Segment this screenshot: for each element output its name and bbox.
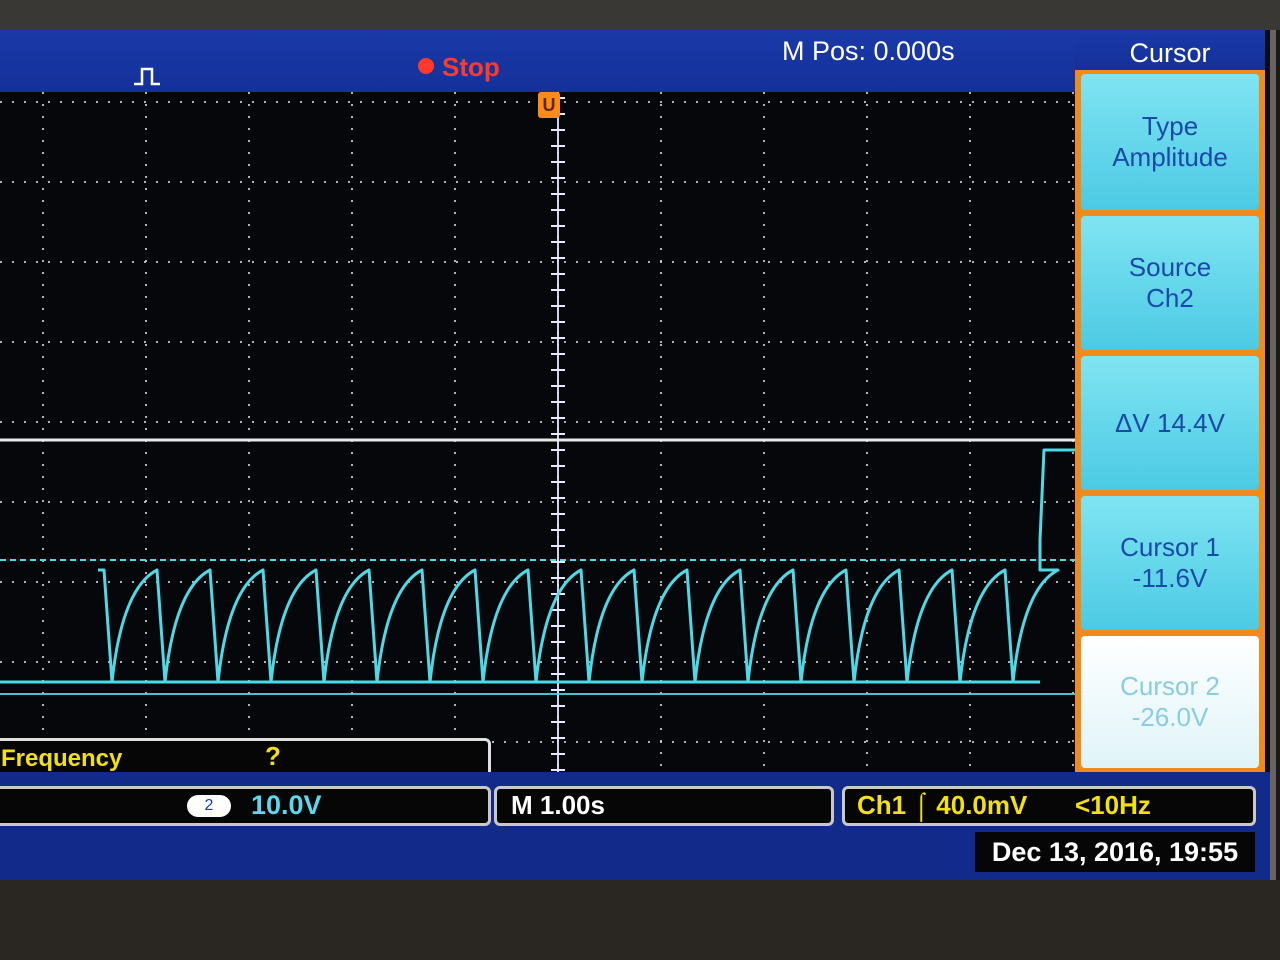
status-header: Stop M Pos: 0.000s — [0, 30, 1075, 92]
timebase-readout: M 1.00s — [511, 790, 605, 820]
measurement-label: Frequency — [1, 745, 123, 772]
cursor-2-button[interactable]: Cursor 2 -26.0V — [1081, 636, 1259, 768]
ch2-sawtooth-trace — [98, 448, 1075, 684]
cursor-source-value: Ch2 — [1146, 283, 1194, 313]
delta-v-readout: ΔV 14.4V — [1115, 407, 1225, 438]
cursor-type-label: Type — [1141, 111, 1199, 141]
ch2-scale-box[interactable]: 2 10.0V — [0, 786, 491, 826]
bezel-top — [0, 0, 1280, 30]
timebase-box[interactable]: M 1.00s — [494, 786, 834, 826]
trigger-level-readout: Ch1 ⌠ 40.0mV — [857, 790, 1028, 820]
cursor-type-value: Amplitude — [1112, 142, 1228, 172]
cursor-menu-title: Cursor — [1075, 30, 1265, 70]
cursor-2-value: -26.0V — [1131, 702, 1209, 732]
cursor-source-button[interactable]: Source Ch2 — [1081, 216, 1259, 350]
ch2-volts-per-div: 10.0V — [251, 790, 322, 820]
cursor-1-value: -11.6V — [1132, 563, 1208, 593]
cursor-1-button[interactable]: Cursor 1 -11.6V — [1081, 496, 1259, 630]
cursor-menu-panel: Cursor Type Amplitude Source Ch2 ΔV 14.4… — [1075, 30, 1265, 772]
bezel-bottom — [0, 880, 1280, 960]
trigger-info-box[interactable]: Ch1 ⌠ 40.0mV <10Hz — [842, 786, 1256, 826]
cursor-2-label: Cursor 2 — [1120, 671, 1220, 701]
trigger-frequency-readout: <10Hz — [1075, 790, 1151, 820]
cursor-source-label: Source — [1128, 252, 1212, 282]
measurement-value: ? — [265, 741, 281, 771]
run-state-label[interactable]: Stop — [442, 52, 500, 83]
horizontal-position-readout: M Pos: 0.000s — [782, 36, 955, 66]
bottom-status-bar: 2 10.0V M 1.00s Ch1 ⌠ 40.0mV <10Hz Dec 1… — [0, 772, 1270, 880]
trigger-position-marker[interactable]: U — [538, 92, 560, 118]
oscilloscope-screen: Stop M Pos: 0.000s U Cursor Type Amplitu… — [0, 30, 1276, 880]
delta-v-button[interactable]: ΔV 14.4V — [1081, 356, 1259, 490]
graticule — [0, 92, 1075, 772]
ch2-badge: 2 — [187, 795, 231, 817]
waveform-display — [0, 92, 1075, 772]
edge-trigger-icon — [134, 67, 160, 86]
date-time-readout: Dec 13, 2016, 19:55 — [975, 832, 1255, 872]
cursor-type-button[interactable]: Type Amplitude — [1081, 74, 1259, 210]
stop-indicator-icon — [418, 58, 434, 74]
cursor-1-label: Cursor 1 — [1120, 532, 1220, 562]
